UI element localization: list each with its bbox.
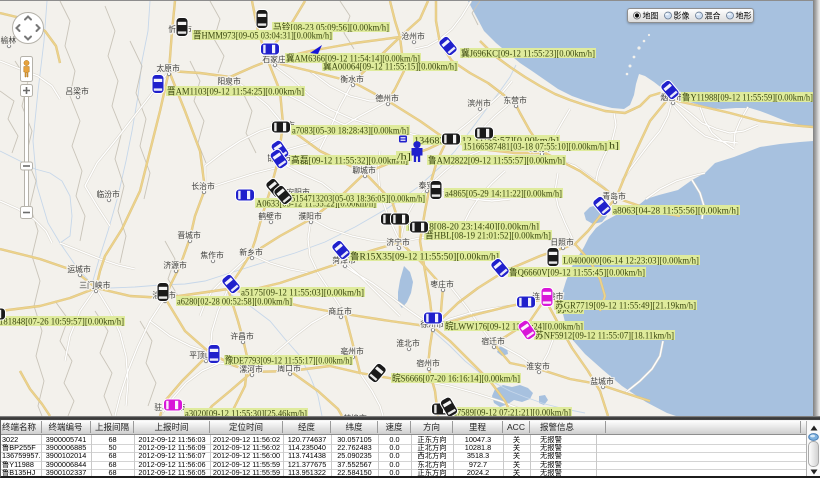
svg-text:h]: h] (609, 142, 619, 152)
svg-text:运城市: 运城市 (67, 264, 91, 274)
svg-text:豫DE7793[09-12 11:55:17][0.00km: 豫DE7793[09-12 11:55:17][0.00km/h] (225, 355, 352, 367)
svg-text:德州市: 德州市 (375, 93, 399, 103)
svg-text:新乡市: 新乡市 (239, 247, 263, 257)
svg-text:枣庄市: 枣庄市 (430, 279, 454, 289)
svg-text:/h]: /h] (397, 153, 411, 163)
svg-text:吕梁市: 吕梁市 (65, 86, 89, 96)
svg-text:a7083[05-30 18:28:43][0.00km/h: a7083[05-30 18:28:43][0.00km/h] (292, 127, 409, 137)
svg-text:长治市: 长治市 (191, 181, 215, 191)
svg-text:L0400000[06-14 12:23:03][0.00k: L0400000[06-14 12:23:03][0.00km/h] (563, 257, 699, 267)
svg-text:鲁R15X35[09-12 11:55:50][0.00km: 鲁R15X35[09-12 11:55:50][0.00km/h] (350, 251, 499, 263)
svg-text:亳州市: 亳州市 (340, 346, 364, 356)
svg-text:淮安市: 淮安市 (526, 361, 550, 371)
svg-text:青岛市: 青岛市 (602, 191, 626, 201)
svg-text:宿迁市: 宿迁市 (481, 336, 505, 346)
svg-text:鹤壁市: 鹤壁市 (258, 211, 282, 221)
svg-text:a4865[05-29 14:11:22][0.00km/h: a4865[05-29 14:11:22][0.00km/h] (445, 190, 562, 200)
svg-text:晋城市: 晋城市 (177, 230, 201, 240)
svg-text:地图: 地图 (643, 11, 659, 21)
svg-text:鲁Y11988[09-12 11:55:59][0.00km: 鲁Y11988[09-12 11:55:59][0.00km/h] (682, 92, 813, 104)
svg-text:阳泉市: 阳泉市 (217, 76, 241, 86)
svg-text:冀AM6366[09-12 11:54:14][0.00km: 冀AM6366[09-12 11:54:14][0.00km/h] (286, 53, 420, 65)
svg-text:混合: 混合 (705, 11, 721, 21)
svg-text:太原市: 太原市 (156, 63, 180, 73)
svg-text:影像: 影像 (674, 11, 690, 21)
svg-text:三门峡市: 三门峡市 (79, 280, 110, 290)
svg-text:许昌市: 许昌市 (230, 331, 254, 341)
svg-text:苏NF5912[09-12 11:55:07][18.11k: 苏NF5912[09-12 11:55:07][18.11km/h] (535, 330, 674, 342)
svg-text:冀J696KC[09-12 11:55:23][0.00km: 冀J696KC[09-12 11:55:23][0.00km/h] (461, 48, 595, 60)
svg-text:宿州市: 宿州市 (416, 358, 440, 368)
svg-text:沧州市: 沧州市 (401, 31, 425, 41)
svg-text:临汾市: 临汾市 (96, 189, 120, 199)
svg-text:盐城市: 盐城市 (590, 376, 614, 386)
svg-text:淮北市: 淮北市 (396, 338, 420, 348)
svg-text:a8063[04-28 11:55:56][0.00km/h: a8063[04-28 11:55:56][0.00km/h] (613, 207, 739, 217)
svg-text:高磊[09-12 11:55:32][0.00km/h]: 高磊[09-12 11:55:32][0.00km/h] (291, 155, 408, 167)
svg-text:商丘市: 商丘市 (328, 306, 352, 316)
svg-text:晋HMM973[09-05 03:04:31][0.00km: 晋HMM973[09-05 03:04:31][0.00km/h] (193, 31, 332, 42)
svg-text:焦作市: 焦作市 (200, 250, 224, 260)
svg-text:滨州市: 滨州市 (467, 98, 491, 108)
svg-text:皖S6666[07-20 16:16:14][0.00km/: 皖S6666[07-20 16:16:14][0.00km/h] (392, 373, 520, 385)
svg-text:地形: 地形 (736, 11, 752, 21)
svg-text:鲁AM2822[09-12 11:55:57][0.00km: 鲁AM2822[09-12 11:55:57][0.00km/h] (428, 155, 565, 167)
svg-text:15154713203[05-03 18:36:05][0.: 15154713203[05-03 18:36:05][0.00km/h] (287, 195, 425, 205)
svg-text:日照市: 日照市 (550, 237, 574, 247)
svg-text:濮阳市: 濮阳市 (298, 211, 322, 221)
svg-text:晋HBL[08-19 21:01:52][0.00km/h]: 晋HBL[08-19 21:01:52][0.00km/h] (425, 231, 551, 242)
svg-text:晋AM1103[09-12 11:54:25][0.00km: 晋AM1103[09-12 11:54:25][0.00km/h] (167, 87, 304, 98)
svg-text:衡水市: 衡水市 (340, 74, 364, 84)
svg-text:济源市: 济源市 (163, 260, 187, 270)
svg-text:a6280[02-28 00:52:58][0.00km/h: a6280[02-28 00:52:58][0.00km/h] (177, 298, 292, 308)
svg-text:181848[07-26 10:59:57][0.00km/: 181848[07-26 10:59:57][0.00km/h] (0, 318, 124, 328)
svg-text:苏GR7719[09-12 11:55:49][21.19k: 苏GR7719[09-12 11:55:49][21.19km/h] (555, 300, 696, 312)
svg-text:东营市: 东营市 (503, 95, 527, 105)
svg-text:a7589[09-12 07:21:21][0.00km/h: a7589[09-12 07:21:21][0.00km/h] (453, 409, 571, 416)
svg-text:鲁Q6660V[09-12 11:55:45][0.00km: 鲁Q6660V[09-12 11:55:45][0.00km/h] (509, 267, 645, 279)
svg-text:15166587481[03-18 07:55:10][0.: 15166587481[03-18 07:55:10][0.00km/h] (463, 143, 607, 153)
svg-text:济宁市: 济宁市 (386, 237, 410, 247)
